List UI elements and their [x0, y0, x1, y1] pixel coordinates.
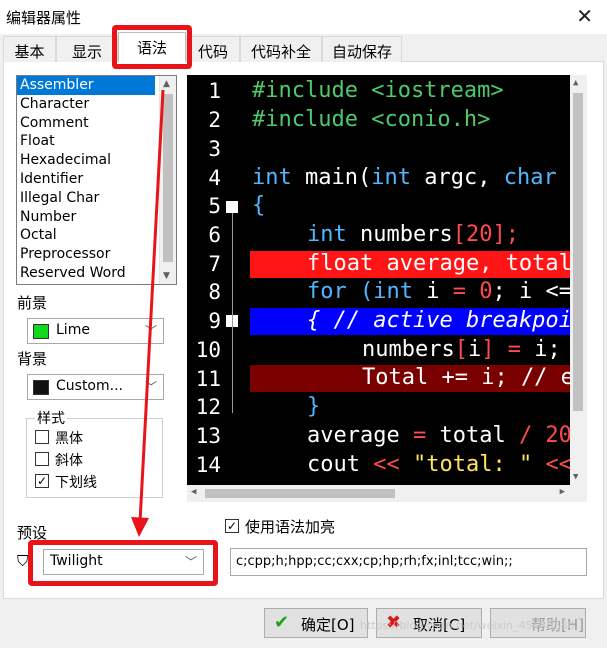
annotation-arrow [131, 89, 165, 537]
watermark: https://blog.csdn.net/weixin_45485380 [360, 619, 575, 632]
ok-button[interactable]: ✔ 确定[O] [264, 608, 368, 638]
check-icon: ✔ [274, 612, 290, 633]
